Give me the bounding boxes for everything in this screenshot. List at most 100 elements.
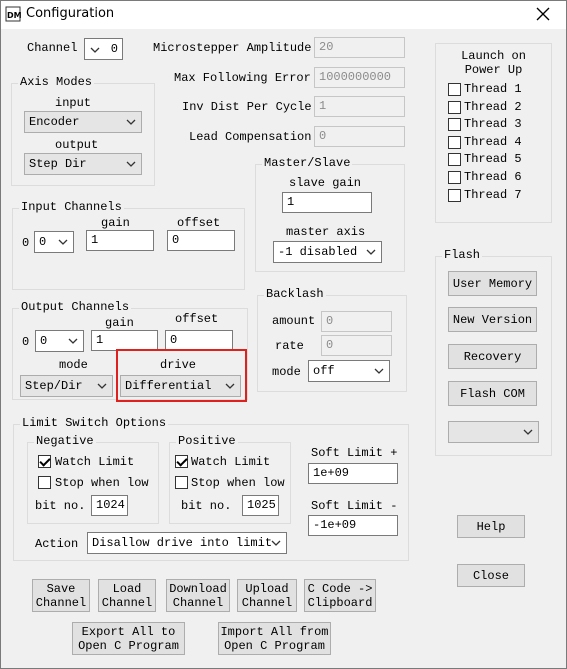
axis-output-select[interactable]: Step Dir: [24, 153, 142, 175]
thread-label-7: Thread 7: [464, 188, 522, 202]
master-slave-title: Master/Slave: [262, 156, 353, 170]
app-icon: DM: [5, 6, 22, 22]
help-button[interactable]: Help: [457, 515, 525, 538]
microstepper-label: Microstepper Amplitude: [153, 41, 312, 55]
input-index-label: 0: [22, 236, 30, 250]
flash-select[interactable]: [448, 421, 539, 443]
input-channel-value: 0: [39, 235, 47, 249]
action-value: Disallow drive into limit: [92, 536, 273, 550]
backlash-rate-input[interactable]: 0: [321, 335, 392, 356]
user-memory-button[interactable]: User Memory: [448, 271, 537, 296]
download-channel-button[interactable]: Download Channel: [166, 579, 230, 612]
negative-bit-input[interactable]: 1024: [91, 495, 128, 516]
chevron-down-icon: [68, 338, 78, 344]
soft-limit-minus-label: Soft Limit -: [311, 499, 398, 513]
slave-gain-input[interactable]: 1: [282, 192, 372, 213]
output-mode-value: Step/Dir: [25, 379, 83, 393]
negative-stop-low-checkbox[interactable]: [38, 476, 51, 489]
thread-checkbox-5[interactable]: [448, 153, 461, 166]
new-version-button[interactable]: New Version: [448, 307, 537, 332]
thread-label-6: Thread 6: [464, 170, 522, 184]
recovery-button[interactable]: Recovery: [448, 344, 537, 369]
positive-bit-input[interactable]: 1025: [242, 495, 279, 516]
max-following-input[interactable]: 1000000000: [314, 67, 405, 88]
inv-dist-input[interactable]: 1: [314, 96, 405, 117]
positive-bit-label: bit no.: [181, 499, 232, 513]
output-offset-label: offset: [175, 312, 219, 326]
load-channel-button[interactable]: Load Channel: [98, 579, 156, 612]
negative-title: Negative: [34, 434, 96, 448]
chevron-down-icon: [58, 239, 68, 245]
thread-checkbox-3[interactable]: [448, 118, 461, 131]
thread-checkbox-4[interactable]: [448, 136, 461, 149]
upload-channel-button[interactable]: Upload Channel: [237, 579, 297, 612]
chevron-down-icon: [374, 368, 384, 374]
channel-select[interactable]: 0: [84, 38, 123, 60]
input-channel-select[interactable]: 0: [34, 231, 74, 253]
inv-dist-label: Inv Dist Per Cycle: [182, 100, 312, 114]
positive-title: Positive: [176, 434, 238, 448]
configuration-window: DM Configuration Channel 0 Microstepper …: [0, 0, 567, 669]
close-window-button[interactable]: [528, 3, 558, 25]
c-code-clipboard-button[interactable]: C Code -> Clipboard: [304, 579, 376, 612]
microstepper-input[interactable]: 20: [314, 37, 405, 58]
output-channel-value: 0: [40, 334, 48, 348]
master-axis-value: -1 disabled: [278, 245, 358, 259]
chevron-down-icon: [90, 47, 100, 53]
export-all-button[interactable]: Export All to Open C Program: [72, 622, 185, 655]
limit-switch-title: Limit Switch Options: [20, 416, 169, 430]
launch-title: Launch on Power Up: [461, 49, 526, 77]
soft-limit-plus-input[interactable]: 1e+09: [308, 463, 398, 484]
output-mode-select[interactable]: Step/Dir: [20, 375, 113, 397]
drive-highlight-box: [116, 349, 247, 402]
input-offset-input[interactable]: 0: [167, 230, 235, 251]
thread-label-5: Thread 5: [464, 152, 522, 166]
output-gain-input[interactable]: 1: [91, 330, 158, 351]
title-bar: DM Configuration: [1, 1, 566, 29]
thread-label-2: Thread 2: [464, 100, 522, 114]
flash-com-button[interactable]: Flash COM: [448, 381, 537, 406]
axis-input-select[interactable]: Encoder: [24, 111, 142, 133]
backlash-mode-label: mode: [272, 365, 301, 379]
input-channels-title: Input Channels: [19, 200, 124, 214]
output-channel-select[interactable]: 0: [35, 330, 84, 352]
close-button[interactable]: Close: [457, 564, 525, 587]
positive-watch-label: Watch Limit: [191, 455, 271, 469]
window-title: Configuration: [26, 6, 115, 21]
output-offset-input[interactable]: 0: [165, 330, 233, 351]
positive-stop-low-label: Stop when low: [191, 476, 285, 490]
thread-checkbox-2[interactable]: [448, 101, 461, 114]
input-gain-input[interactable]: 1: [86, 230, 154, 251]
backlash-mode-select[interactable]: off: [308, 360, 390, 382]
thread-checkbox-6[interactable]: [448, 171, 461, 184]
backlash-amount-input[interactable]: 0: [321, 311, 392, 332]
action-select[interactable]: Disallow drive into limit: [87, 532, 287, 554]
positive-watch-checkbox[interactable]: [175, 455, 188, 468]
thread-label-4: Thread 4: [464, 135, 522, 149]
output-channels-title: Output Channels: [19, 300, 132, 314]
max-following-label: Max Following Error: [174, 71, 311, 85]
chevron-down-icon: [126, 161, 136, 167]
channel-label: Channel: [27, 41, 78, 55]
master-axis-select[interactable]: -1 disabled: [273, 241, 382, 263]
chevron-down-icon: [366, 249, 376, 255]
channel-value: 0: [110, 42, 118, 56]
svg-text:DM: DM: [7, 11, 21, 20]
master-axis-label: master axis: [286, 225, 366, 239]
negative-bit-label: bit no.: [35, 499, 86, 513]
input-gain-label: gain: [101, 216, 130, 230]
soft-limit-minus-input[interactable]: -1e+09: [308, 515, 398, 536]
negative-watch-label: Watch Limit: [55, 455, 135, 469]
thread-checkbox-1[interactable]: [448, 83, 461, 96]
import-all-button[interactable]: Import All from Open C Program: [218, 622, 331, 655]
backlash-mode-value: off: [313, 364, 335, 378]
backlash-title: Backlash: [264, 287, 326, 301]
save-channel-button[interactable]: Save Channel: [32, 579, 90, 612]
positive-stop-low-checkbox[interactable]: [175, 476, 188, 489]
thread-checkbox-7[interactable]: [448, 189, 461, 202]
lead-comp-input[interactable]: 0: [314, 126, 405, 147]
slave-gain-label: slave gain: [289, 176, 362, 190]
input-offset-label: offset: [177, 216, 221, 230]
negative-watch-checkbox[interactable]: [38, 455, 51, 468]
chevron-down-icon: [97, 383, 107, 389]
